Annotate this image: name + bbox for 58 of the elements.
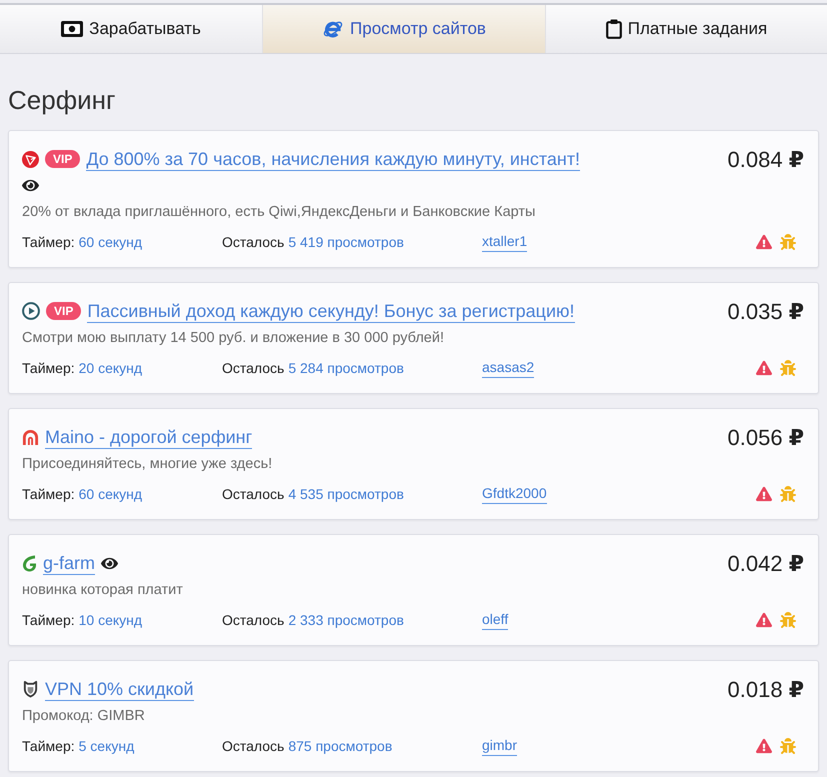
- author-link[interactable]: oleff: [482, 609, 508, 630]
- remaining-label: Осталось: [222, 736, 284, 756]
- tab[interactable]: Зарабатывать: [0, 5, 262, 53]
- vip-badge: VIP: [45, 150, 80, 168]
- timer-label: Таймер:: [22, 610, 75, 630]
- remaining-views: 4 535 просмотров: [288, 484, 404, 504]
- price: 0.042 ₽: [728, 550, 804, 578]
- timer-label: Таймер:: [22, 736, 75, 756]
- site-title-link[interactable]: Maino - дорогой серфинг: [45, 426, 252, 448]
- site-description: Присоединяйтесь, многие уже здесь!: [22, 455, 274, 474]
- price: 0.035 ₽: [728, 298, 804, 326]
- warning-icon[interactable]: [756, 234, 772, 250]
- timer-label: Таймер:: [22, 232, 75, 252]
- page-heading: Серфинг: [7, 84, 116, 117]
- timer-value: 5 секунд: [78, 736, 134, 756]
- warning-icon[interactable]: [756, 738, 772, 754]
- timer-label: Таймер:: [22, 484, 75, 504]
- author-link[interactable]: Gfdtk2000: [482, 483, 547, 504]
- remaining-label: Осталось: [222, 232, 284, 252]
- remaining-label: Осталось: [222, 484, 284, 504]
- remaining-label: Осталось: [222, 610, 284, 630]
- author-link[interactable]: asasas2: [482, 357, 534, 378]
- arch-logo-icon: [22, 428, 39, 446]
- site-description: новинка которая платит: [22, 581, 184, 600]
- remaining-views: 5 284 просмотров: [288, 358, 404, 378]
- site-description: Смотри мою выплату 14 500 руб. и вложение в 30 000 рублей!: [22, 329, 445, 348]
- shield-icon: [22, 680, 39, 698]
- timer-value: 60 секунд: [78, 232, 142, 252]
- price: 0.084 ₽: [728, 146, 804, 174]
- tab[interactable]: Просмотр сайтов: [262, 5, 545, 53]
- site-title-link[interactable]: До 800% за 70 часов, начисления каждую минуту, инстант!: [86, 148, 580, 170]
- play-icon: [22, 302, 40, 320]
- warning-icon[interactable]: [756, 360, 772, 376]
- clipboard-icon: [606, 19, 622, 39]
- remaining-views: 875 просмотров: [288, 736, 392, 756]
- warning-icon[interactable]: [756, 612, 772, 628]
- timer-value: 60 секунд: [78, 484, 142, 504]
- timer-value: 10 секунд: [78, 610, 142, 630]
- vip-badge: VIP: [46, 302, 82, 320]
- triangle-logo-icon: [22, 150, 39, 168]
- remaining-views: 5 419 просмотров: [288, 232, 404, 252]
- remaining-label: Осталось: [222, 358, 284, 378]
- author-link[interactable]: gimbr: [482, 735, 518, 756]
- site-description: Промокод: GIMBR: [22, 707, 146, 726]
- banknote-icon: [61, 21, 84, 37]
- site-title-link[interactable]: VPN 10% скидкой: [45, 678, 194, 700]
- timer-value: 20 секунд: [78, 358, 142, 378]
- g-logo-icon: [22, 554, 37, 572]
- tab[interactable]: Платные задания: [545, 5, 827, 53]
- site-title-link[interactable]: Пассивный доход каждую секунду! Бонус за регистрацию!: [87, 300, 575, 322]
- site-description: 20% от вклада приглашённого, есть Qiwi,ЯндексДеньги и Банковские Карты: [22, 203, 536, 222]
- site-title-link[interactable]: g-farm: [43, 552, 96, 574]
- warning-icon[interactable]: [756, 486, 772, 502]
- remaining-views: 2 333 просмотров: [288, 610, 404, 630]
- price: 0.056 ₽: [728, 424, 804, 452]
- timer-label: Таймер:: [22, 358, 75, 378]
- price: 0.018 ₽: [728, 676, 804, 704]
- author-link[interactable]: xtaller1: [482, 231, 528, 252]
